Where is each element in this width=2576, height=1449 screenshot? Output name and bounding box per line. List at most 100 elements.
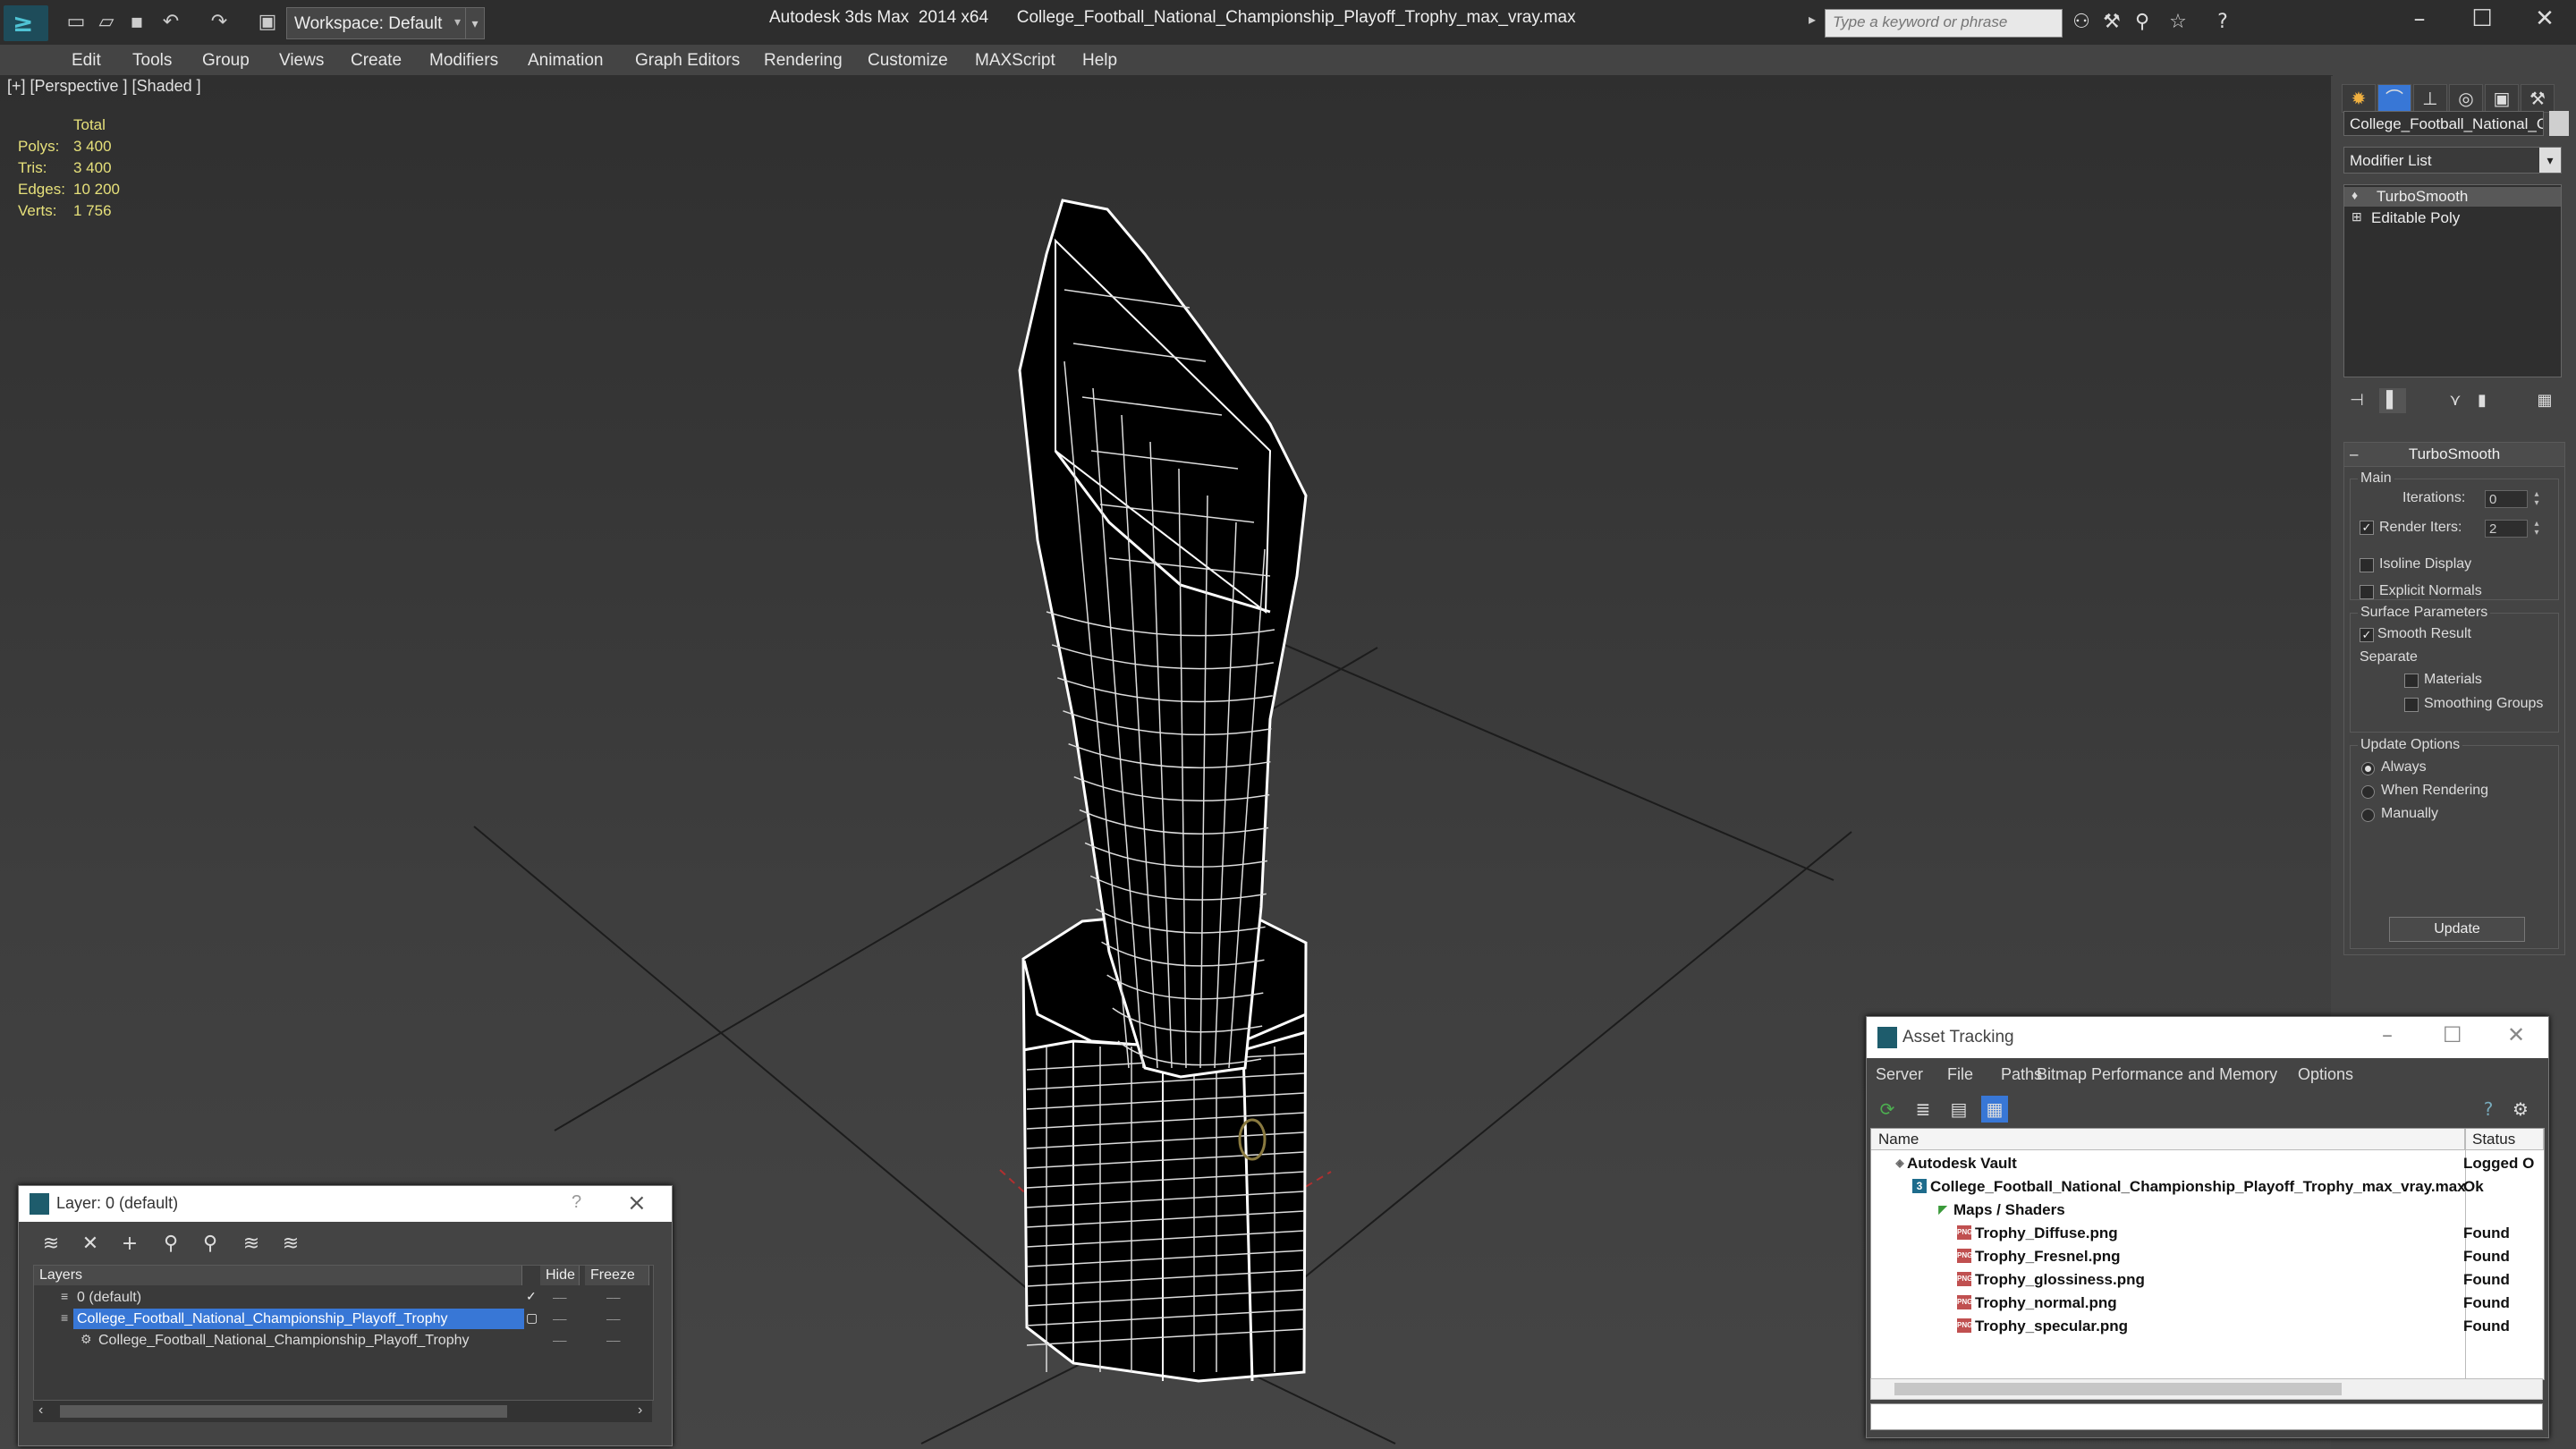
horizontal-scrollbar[interactable] (1870, 1378, 2543, 1400)
detail-view-icon[interactable]: ▤ (1945, 1096, 1972, 1123)
menu-edit[interactable]: Edit (72, 51, 101, 71)
expand-plus-icon[interactable]: ⊞ (2351, 209, 2362, 225)
asset-menu-server[interactable]: Server (1876, 1065, 1923, 1084)
menu-graph-editors[interactable]: Graph Editors (635, 51, 740, 71)
freeze-column-header[interactable]: Freeze (585, 1266, 649, 1285)
select-objects-icon[interactable]: ⚲ (157, 1231, 185, 1258)
table-view-icon[interactable]: ▦ (1981, 1096, 2008, 1123)
hierarchy-tab-icon[interactable]: ⊥ (2413, 84, 2447, 113)
refresh-icon[interactable]: ⟳ (1874, 1096, 1901, 1123)
project-folder-icon[interactable]: ▣ (254, 9, 281, 36)
minimize-icon[interactable]: – (2382, 1022, 2393, 1047)
configure-sets-icon[interactable]: ▦ (2531, 388, 2558, 413)
help-button[interactable]: ? (572, 1192, 581, 1213)
asset-menu-file[interactable]: File (1947, 1065, 1973, 1084)
asset-row[interactable]: PNG Trophy_normal.png Found (1871, 1292, 2544, 1315)
menu-rendering[interactable]: Rendering (764, 51, 843, 71)
trophy-mesh[interactable] (1018, 199, 1308, 1383)
asset-menu-bitmap[interactable]: Bitmap Performance and Memory (2037, 1065, 2277, 1084)
asset-row[interactable]: ◤ Maps / Shaders (1871, 1199, 2544, 1222)
motion-tab-icon[interactable]: ◎ (2449, 84, 2483, 113)
make-unique-icon[interactable]: ⋎ (2442, 388, 2469, 413)
status-column-header[interactable]: Status (2465, 1129, 2544, 1150)
search-box[interactable] (1825, 9, 2063, 38)
settings-help-icon[interactable]: ⚙ (2507, 1096, 2534, 1123)
freeze-toggle[interactable]: –– (606, 1330, 621, 1351)
workspace-options-button[interactable]: ▾ (465, 7, 485, 39)
asset-row[interactable]: ◈ Autodesk Vault Logged O (1871, 1152, 2544, 1175)
communication-icon[interactable]: ⚲ (2129, 9, 2156, 36)
hide-all-icon[interactable]: ≋ (237, 1231, 266, 1258)
spinner-arrows-icon[interactable]: ▴ ▾ (2531, 520, 2542, 538)
scroll-right-icon[interactable]: › (638, 1402, 642, 1419)
always-radio[interactable] (2361, 762, 2375, 775)
when-rendering-radio[interactable] (2361, 785, 2375, 799)
rollout-header[interactable]: – TurboSmooth (2344, 443, 2564, 467)
render-iters-spinner[interactable]: 2 (2485, 520, 2528, 538)
asset-row[interactable]: 3 College_Football_National_Championship… (1871, 1175, 2544, 1199)
hide-toggle[interactable]: –– (553, 1287, 567, 1308)
close-icon[interactable]: ✕ (2507, 1022, 2525, 1047)
lightbulb-icon[interactable]: ♦ (2351, 188, 2358, 202)
current-layer-box-icon[interactable]: ▢ (526, 1310, 538, 1326)
modify-tab-icon[interactable]: ⌒ (2377, 84, 2411, 113)
save-icon[interactable]: ▪ (123, 9, 150, 36)
name-column-header[interactable]: Name (1871, 1129, 2465, 1150)
layer-row[interactable]: ≡ College_Football_National_Championship… (34, 1309, 651, 1329)
binoculars-icon[interactable]: ⚇ (2068, 9, 2095, 36)
delete-layer-icon[interactable]: ✕ (76, 1231, 105, 1258)
menu-tools[interactable]: Tools (132, 51, 172, 71)
render-iters-checkbox[interactable]: ✓ (2360, 521, 2374, 535)
freeze-toggle[interactable]: –– (606, 1309, 621, 1329)
manually-radio[interactable] (2361, 809, 2375, 822)
asset-row[interactable]: PNG Trophy_glossiness.png Found (1871, 1268, 2544, 1292)
help-icon[interactable]: ? (2209, 9, 2236, 36)
freeze-toggle[interactable]: –– (606, 1287, 621, 1308)
smoothing-groups-checkbox[interactable] (2404, 698, 2419, 712)
undo-icon[interactable]: ↶ (157, 9, 184, 36)
utilities-tab-icon[interactable]: ⚒ (2521, 84, 2555, 113)
asset-row[interactable]: PNG Trophy_Diffuse.png Found (1871, 1222, 2544, 1245)
maximize-button[interactable]: ☐ (2451, 0, 2513, 39)
display-tab-icon[interactable]: ▣ (2485, 84, 2519, 113)
scroll-thumb[interactable] (60, 1405, 507, 1418)
hide-toggle[interactable]: –– (553, 1330, 567, 1351)
asset-row[interactable]: PNG Trophy_specular.png Found (1871, 1315, 2544, 1338)
menu-modifiers[interactable]: Modifiers (429, 51, 498, 71)
scroll-left-icon[interactable]: ‹ (38, 1402, 43, 1419)
minimize-button[interactable]: – (2388, 0, 2451, 39)
asset-dialog-titlebar[interactable]: Asset Tracking – ☐ ✕ (1867, 1017, 2548, 1058)
subscription-icon[interactable]: ⚒ (2098, 9, 2125, 36)
open-file-icon[interactable]: ▱ (93, 9, 120, 36)
show-end-result-icon[interactable]: ▌ (2379, 388, 2406, 413)
hide-toggle[interactable]: –– (553, 1309, 567, 1329)
maximize-icon[interactable]: ☐ (2443, 1022, 2462, 1047)
new-file-icon[interactable]: ▭ (63, 9, 89, 36)
create-tab-icon[interactable]: ✹ (2342, 84, 2376, 113)
scroll-thumb[interactable] (1894, 1383, 2342, 1395)
workspace-dropdown[interactable]: Workspace: Default ▾ (286, 7, 467, 39)
close-button[interactable]: ✕ (2513, 0, 2576, 39)
asset-menu-options[interactable]: Options (2298, 1065, 2353, 1084)
menu-group[interactable]: Group (202, 51, 250, 71)
menu-customize[interactable]: Customize (868, 51, 948, 71)
search-expand-icon[interactable]: ▸ (1809, 11, 1816, 29)
layer-row[interactable]: ⚙ College_Football_National_Championship… (34, 1330, 651, 1351)
highlight-layer-icon[interactable]: ⚲ (196, 1231, 225, 1258)
smooth-result-checkbox[interactable]: ✓ (2360, 628, 2374, 642)
checkmark-icon[interactable]: ✓ (526, 1289, 537, 1304)
layers-column-header[interactable]: Layers (34, 1266, 522, 1285)
close-icon[interactable]: × (627, 1190, 647, 1216)
remove-modifier-icon[interactable]: ▮ (2469, 388, 2496, 413)
object-color-swatch[interactable] (2549, 111, 2569, 136)
hide-column-header[interactable]: Hide (540, 1266, 580, 1285)
viewport-label[interactable]: [+] [Perspective ] [Shaded ] (7, 77, 201, 96)
modifier-list-dropdown[interactable]: Modifier List ▾ (2343, 147, 2562, 174)
object-name-field[interactable]: College_Football_National_Ch (2343, 111, 2544, 136)
asset-row[interactable]: PNG Trophy_Fresnel.png Found (1871, 1245, 2544, 1268)
stack-item-editable-poly[interactable]: ⊞ Editable Poly (2344, 208, 2561, 228)
update-button[interactable]: Update (2389, 917, 2525, 942)
stack-item-turbosmooth[interactable]: ♦ TurboSmooth (2344, 187, 2561, 207)
app-menu-button[interactable]: ≥ (4, 5, 48, 41)
menu-create[interactable]: Create (351, 51, 402, 71)
